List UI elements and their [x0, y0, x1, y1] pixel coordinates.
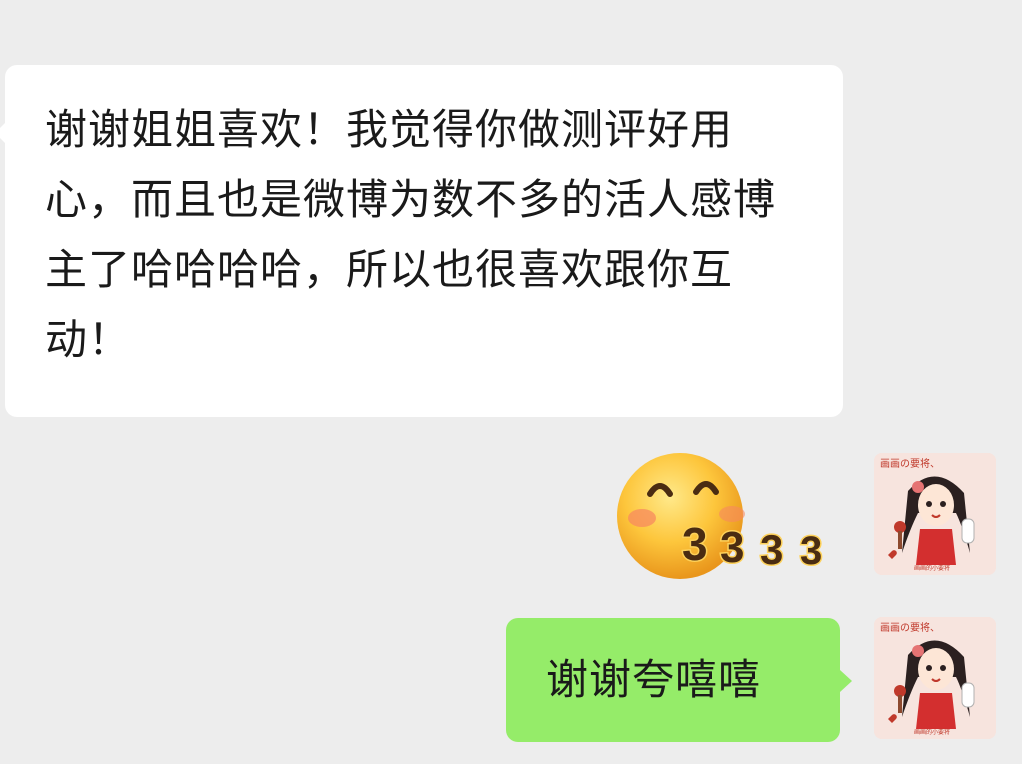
sticker-digit: 3 — [800, 529, 822, 573]
sticker-digits: 3 3 3 3 — [681, 517, 824, 575]
message-text: 谢谢姐姐喜欢！我觉得你做测评好用心，而且也是微博为数不多的活人感博主了哈哈哈哈，… — [45, 105, 777, 364]
sticker-digit: 3 — [760, 526, 783, 573]
user-avatar[interactable]: 画画の要将、 画画的小要将 — [874, 453, 996, 575]
sent-message-bubble[interactable]: 谢谢夸嘻嘻 — [506, 618, 852, 742]
avatar-illustration-icon: 画画の要将、 画画的小要将 — [874, 617, 996, 739]
blush-left-icon — [628, 509, 656, 527]
avatar-subcaption: 画画的小要将 — [914, 564, 950, 572]
user-avatar[interactable]: 画画の要将、 画画的小要将 — [874, 617, 996, 739]
message-text: 谢谢夸嘻嘻 — [546, 655, 762, 704]
bubble-tail — [840, 670, 852, 692]
received-message-bubble[interactable]: 谢谢姐姐喜欢！我觉得你做测评好用心，而且也是微博为数不多的活人感博主了哈哈哈哈，… — [0, 65, 843, 417]
avatar-subcaption: 画画的小要将 — [914, 728, 950, 736]
avatar-caption: 画画の要将、 — [880, 622, 940, 634]
avatar-illustration-icon: 画画の要将、 画画的小要将 — [874, 453, 996, 575]
smiling-face-333-sticker[interactable]: 3 3 3 3 — [614, 452, 840, 584]
avatar-caption: 画画の要将、 — [880, 458, 940, 470]
bubble-tail — [0, 123, 5, 143]
sticker-digit: 3 — [682, 518, 708, 570]
sticker-digit: 3 — [720, 523, 744, 572]
blush-right-icon — [719, 506, 745, 522]
